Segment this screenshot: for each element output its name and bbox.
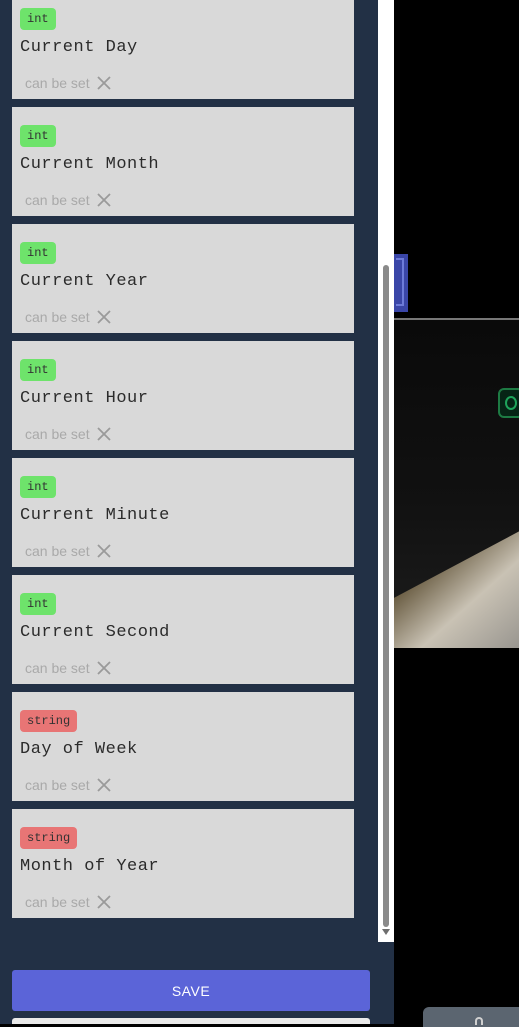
scrollbar-thumb[interactable] [383,265,389,927]
close-icon[interactable] [96,894,112,910]
set-status-label: can be set [25,75,90,91]
set-status: can be set [25,775,112,795]
type-badge: string [20,710,78,732]
set-status-label: can be set [25,192,90,208]
close-icon[interactable] [96,426,112,442]
background-app-icon [498,388,519,418]
variable-name: Month of Year [20,857,160,876]
set-status-label: can be set [25,660,90,676]
variables-panel: int Current Day can be set int Current M… [0,0,394,1024]
variable-card: int Current Minute can be set [12,458,354,567]
set-status-label: can be set [25,777,90,793]
close-icon[interactable] [96,777,112,793]
variable-card: int Current Year can be set [12,224,354,333]
background-video-frame [394,318,519,648]
type-badge: int [20,242,56,264]
type-badge: int [20,125,56,147]
type-badge: int [20,359,56,381]
close-icon[interactable] [96,192,112,208]
variable-card: int Current Second can be set [12,575,354,684]
set-status-label: can be set [25,309,90,325]
set-status: can be set [25,307,112,327]
set-status-label: can be set [25,426,90,442]
variable-name: Day of Week [20,740,138,759]
set-status: can be set [25,424,112,444]
scroll-down-arrow-icon[interactable] [382,929,390,935]
variable-name: Current Year [20,272,149,291]
background-image-shape [394,502,519,648]
close-icon[interactable] [96,660,112,676]
type-badge: int [20,476,56,498]
type-badge: string [20,827,78,849]
type-badge: int [20,593,56,615]
close-icon[interactable] [96,75,112,91]
variable-card: string Month of Year can be set [12,809,354,918]
variable-name: Current Month [20,155,160,174]
variable-name: Current Hour [20,389,149,408]
set-status-label: can be set [25,543,90,559]
variable-name: Current Minute [20,506,170,525]
set-status-label: can be set [25,894,90,910]
variable-card: string Day of Week can be set [12,692,354,801]
variable-name: Current Day [20,38,138,57]
set-status: can be set [25,73,112,93]
variable-card: int Current Month can be set [12,107,354,216]
variable-card: int Current Hour can be set [12,341,354,450]
secondary-button[interactable] [12,1018,370,1024]
save-button[interactable]: SAVE [12,970,370,1011]
set-status: can be set [25,658,112,678]
set-status: can be set [25,190,112,210]
variable-card: int Current Day can be set [12,0,354,99]
variable-name: Current Second [20,623,170,642]
scrollbar[interactable] [378,0,394,942]
variable-list: int Current Day can be set int Current M… [12,0,354,926]
set-status: can be set [25,892,112,912]
type-badge: int [20,8,56,30]
close-icon[interactable] [96,309,112,325]
close-icon[interactable] [96,543,112,559]
background-frame-bracket [396,258,404,306]
background-app-icon-glyph [505,396,517,410]
background-bottom-button[interactable] [423,1007,519,1027]
set-status: can be set [25,541,112,561]
